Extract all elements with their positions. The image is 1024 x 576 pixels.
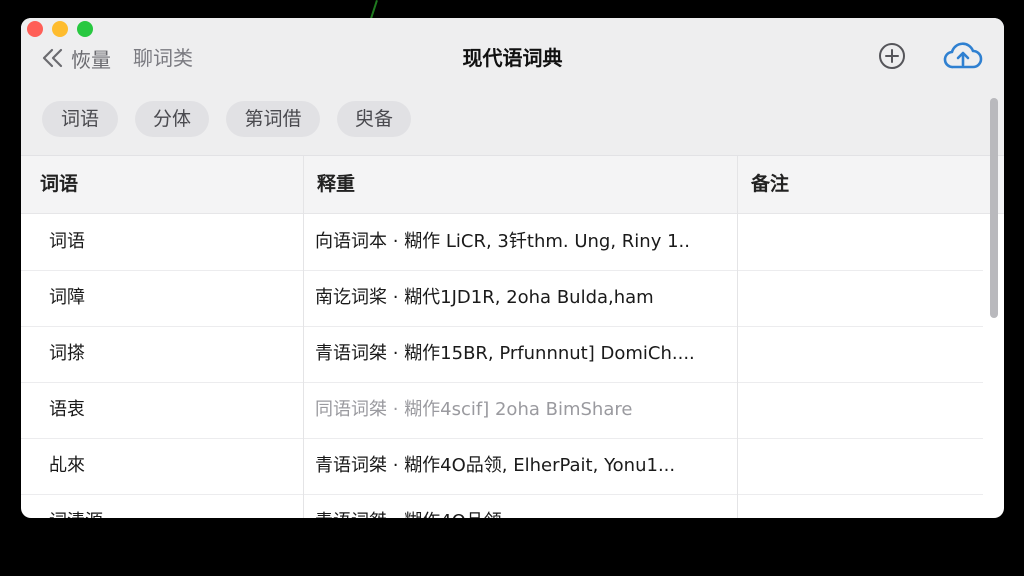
word-cell: 词障: [49, 287, 85, 308]
column-header-definition[interactable]: 释重: [317, 156, 355, 213]
definition-cell: 青语词桀 · 糊作4O品领 …: [315, 494, 725, 518]
filter-chip[interactable]: 第词借: [226, 101, 320, 137]
zoom-window-button[interactable]: [77, 21, 93, 37]
table-row[interactable]: 词障 南讫词桨 · 糊代1JD1R, 2oha Bulda,ham: [21, 270, 983, 327]
definition-cell: 同语词桀 · 糊作4scif] 2oha BimShare: [315, 399, 633, 420]
minimize-window-button[interactable]: [52, 21, 68, 37]
cloud-upload-button[interactable]: [941, 40, 985, 76]
stray-line: [369, 0, 378, 20]
table-row[interactable]: 语衷 同语词桀 · 糊作4scif] 2oha BimShare: [21, 382, 983, 439]
table-row[interactable]: 词清源 青语词桀 · 糊作4O品领 …: [21, 494, 983, 518]
word-cell: 词搽: [49, 343, 85, 364]
filter-chip[interactable]: 臾备: [337, 101, 411, 137]
filter-chip-bar: 词语 分体 第词借 臾备: [21, 98, 1004, 156]
definition-cell: 青语词桀 · 糊作4O品领, ElherPait, Yonu1...: [315, 455, 676, 476]
definition-cell: 向语词本 · 糊作 LiCR, 3钎thm. Ung, Riny 1..: [315, 231, 690, 252]
vertical-scrollbar[interactable]: [990, 98, 998, 318]
note-cell: [751, 382, 971, 438]
app-window: 恢量 聊词类 现代语词典 词语 分体 第词借 臾备 词语 释重 备注 词语 向语…: [21, 18, 1004, 518]
plus-circle-icon: [877, 41, 907, 75]
note-cell: [751, 270, 971, 326]
cloud-upload-icon: [942, 40, 984, 76]
table-row[interactable]: 词搽 青语词桀 · 糊作15BR, Prfunnnut] DomiCh....: [21, 326, 983, 383]
filter-chip[interactable]: 分体: [135, 101, 209, 137]
note-cell: [751, 326, 971, 382]
table-header: 词语 释重 备注: [21, 156, 1004, 214]
back-button-label: 恢量: [71, 47, 111, 72]
column-header-note[interactable]: 备注: [751, 156, 789, 213]
word-cell: 语衷: [49, 399, 85, 420]
note-cell: [751, 494, 971, 518]
word-cell: 词清源: [49, 494, 289, 518]
double-chevron-left-icon: [41, 47, 69, 69]
note-cell: [751, 214, 971, 270]
close-window-button[interactable]: [27, 21, 43, 37]
definition-cell: 青语词桀 · 糊作15BR, Prfunnnut] DomiCh....: [315, 343, 695, 364]
note-cell: [751, 438, 971, 494]
add-button[interactable]: [874, 40, 910, 76]
table-row[interactable]: 词语 向语词本 · 糊作 LiCR, 3钎thm. Ung, Riny 1..: [21, 214, 983, 271]
back-button[interactable]: 恢量: [41, 44, 111, 72]
filter-chip[interactable]: 词语: [42, 101, 118, 137]
title-bar: 恢量 聊词类 现代语词典: [21, 18, 1004, 98]
word-cell: 乩來: [49, 455, 85, 476]
word-cell: 词语: [49, 231, 85, 252]
column-divider: [737, 156, 738, 518]
column-divider: [303, 156, 304, 518]
definition-cell: 南讫词桨 · 糊代1JD1R, 2oha Bulda,ham: [315, 287, 654, 308]
column-header-word[interactable]: 词语: [40, 156, 78, 213]
breadcrumb[interactable]: 聊词类: [133, 44, 193, 72]
table-row[interactable]: 乩來 青语词桀 · 糊作4O品领, ElherPait, Yonu1...: [21, 438, 983, 495]
